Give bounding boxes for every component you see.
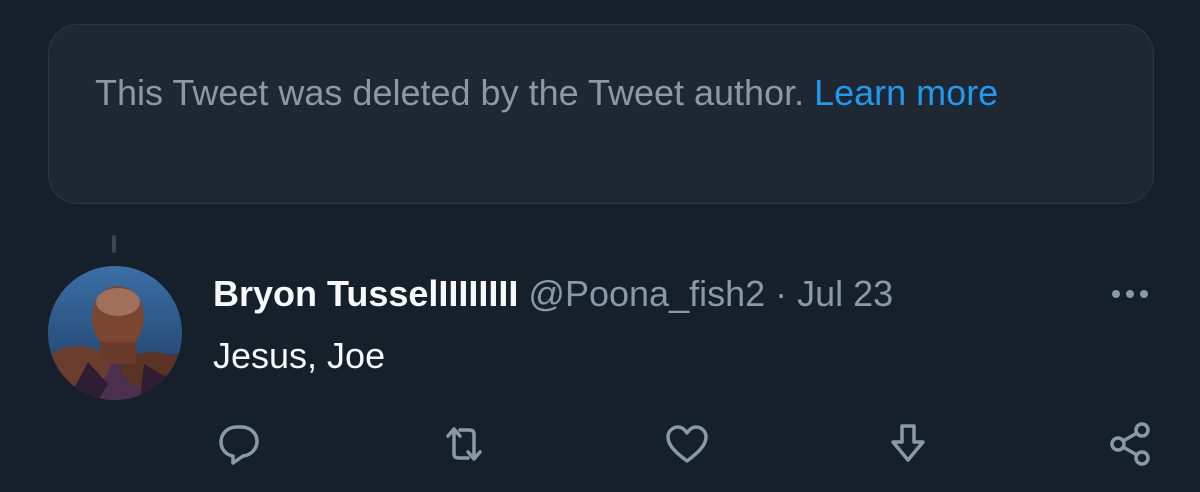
tweet-date[interactable]: Jul 23 — [797, 273, 893, 314]
retweet-icon — [446, 427, 482, 461]
reply-button[interactable] — [213, 418, 265, 470]
avatar-photo — [48, 266, 182, 400]
avatar[interactable] — [48, 266, 182, 400]
display-name[interactable]: Bryon TusselIIIIIIII — [213, 273, 518, 314]
retweet-button[interactable] — [438, 418, 490, 470]
tweet-thread: This Tweet was deleted by the Tweet auth… — [0, 0, 1200, 492]
meta-separator: · — [765, 273, 798, 314]
user-handle[interactable]: @Poona_fish2 — [528, 273, 765, 314]
download-icon — [891, 424, 925, 462]
more-icon[interactable] — [1106, 282, 1154, 306]
like-button[interactable] — [661, 418, 713, 470]
tweet-header: Bryon TusselIIIIIIII @Poona_fish2 · Jul … — [213, 270, 893, 318]
download-button[interactable] — [882, 418, 934, 470]
tweet-text: Jesus, Joe — [213, 335, 386, 376]
deleted-tweet-notice: This Tweet was deleted by the Tweet auth… — [48, 24, 1154, 204]
reply-icon — [219, 425, 259, 465]
thread-connector-line — [112, 235, 116, 253]
share-icon — [1110, 422, 1150, 466]
share-button[interactable] — [1104, 418, 1156, 470]
deleted-notice-text: This Tweet was deleted by the Tweet auth… — [95, 72, 815, 113]
heart-icon — [666, 425, 708, 463]
learn-more-link[interactable]: Learn more — [814, 72, 998, 113]
